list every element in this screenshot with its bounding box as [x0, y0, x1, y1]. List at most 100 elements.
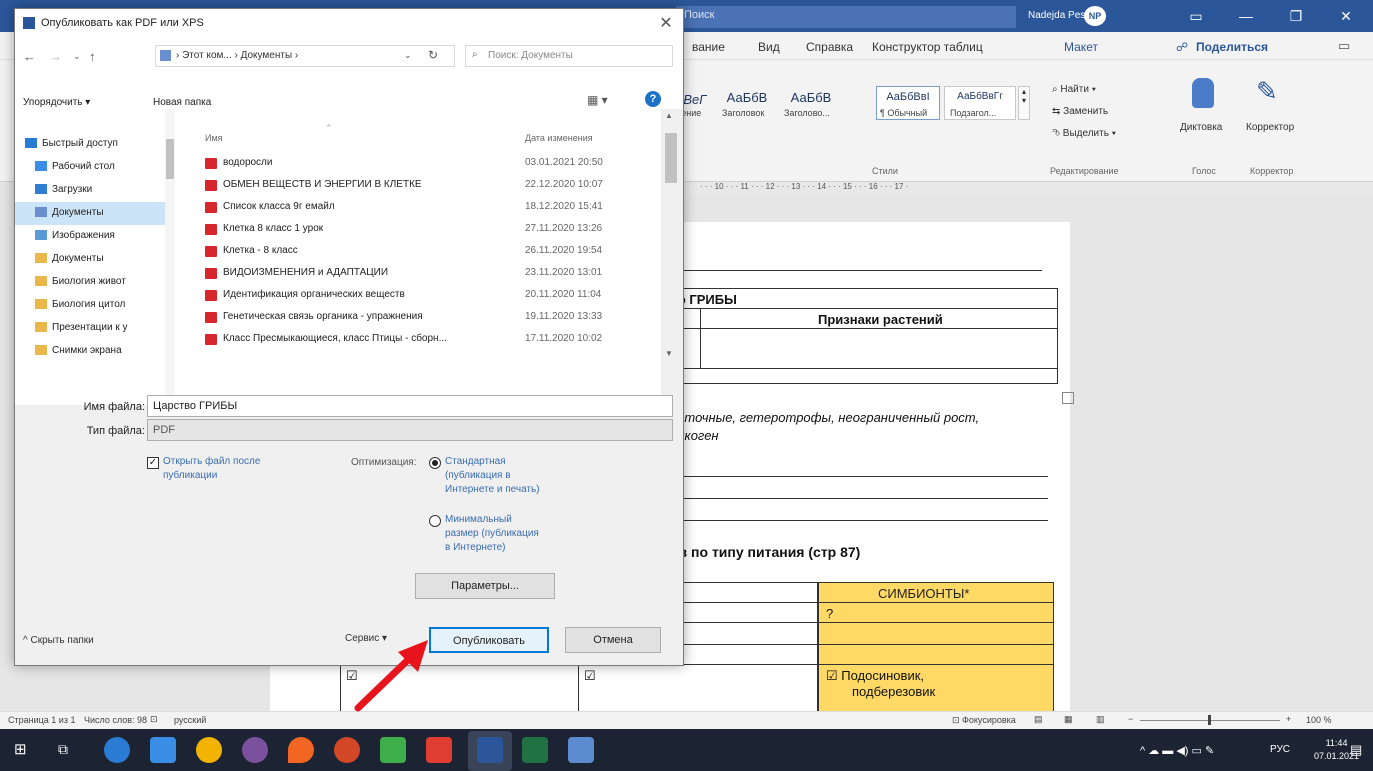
app-icon[interactable]: [380, 737, 406, 763]
status-language[interactable]: русский: [174, 715, 206, 725]
powerpoint-icon[interactable]: [334, 737, 360, 763]
scroll-down-icon[interactable]: ▼: [665, 349, 673, 358]
forward-icon[interactable]: →: [49, 49, 62, 64]
open-after-label[interactable]: Открыть файл после публикации: [163, 455, 263, 483]
proofing-icon[interactable]: ⊡: [150, 714, 158, 725]
file-row[interactable]: ВИДОИЗМЕНЕНИЯ и АДАПТАЦИИ 23.11.2020 13:0…: [175, 263, 661, 285]
breadcrumb[interactable]: › Этот ком... › Документы ›: [176, 50, 298, 61]
back-icon[interactable]: ←: [23, 49, 36, 64]
column-name-header[interactable]: Имя: [205, 133, 223, 143]
file-row[interactable]: Генетическая связь органика - упражнения…: [175, 307, 661, 329]
windows-start-icon[interactable]: ⊞: [14, 742, 30, 758]
tab-layout[interactable]: Макет: [1064, 40, 1098, 54]
chrome-icon[interactable]: [196, 737, 222, 763]
nav-item[interactable]: Биология живот: [15, 271, 173, 294]
status-page[interactable]: Страница 1 из 1: [8, 715, 75, 725]
tab-help[interactable]: Справка: [806, 40, 853, 54]
office-icon[interactable]: [426, 737, 452, 763]
language-indicator[interactable]: РУС: [1270, 744, 1290, 755]
calculator-icon[interactable]: [568, 737, 594, 763]
ribbon-display-icon[interactable]: ▭: [1176, 4, 1216, 28]
minimize-icon[interactable]: —: [1226, 4, 1266, 28]
file-row[interactable]: водоросли 03.01.2021 20:50: [175, 153, 661, 175]
chevron-down-icon[interactable]: ⌄: [404, 50, 412, 61]
viber-icon[interactable]: [242, 737, 268, 763]
editor-button[interactable]: Корректор: [1246, 122, 1294, 133]
nav-item[interactable]: Снимки экрана: [15, 340, 173, 363]
notifications-icon[interactable]: ▤: [1350, 742, 1362, 758]
nav-item[interactable]: Быстрый доступ: [15, 133, 173, 156]
avatar[interactable]: NP: [1084, 6, 1106, 26]
nav-item[interactable]: Изображения: [15, 225, 173, 248]
zoom-in-icon[interactable]: +: [1286, 714, 1291, 724]
opt-standard-label[interactable]: Стандартная (публикация в Интернете и пе…: [445, 455, 545, 497]
file-row[interactable]: Класс Пресмыкающиеся, класс Птицы - сбор…: [175, 329, 661, 351]
view-options-icon[interactable]: ▦ ▾: [587, 93, 608, 107]
scroll-up-icon[interactable]: ▲: [665, 111, 673, 120]
share-button[interactable]: Поделиться: [1196, 40, 1268, 54]
file-row[interactable]: Идентификация органических веществ 20.11.…: [175, 285, 661, 307]
hide-folders-button[interactable]: ^ Скрыть папки: [23, 635, 94, 646]
chevron-down-icon[interactable]: ⌄: [73, 51, 81, 62]
file-row[interactable]: Клетка - 8 класс 26.11.2020 19:54: [175, 241, 661, 263]
opt-minimal-label[interactable]: Минимальный размер (публикация в Интерне…: [445, 513, 545, 555]
vertical-scrollbar[interactable]: ▲ ▼: [661, 109, 681, 405]
styles-gallery-scroll[interactable]: ▴ ▾: [1018, 86, 1030, 120]
file-row[interactable]: ОБМЕН ВЕЩЕСТВ И ЭНЕРГИИ В КЛЕТКЕ 22.12.20…: [175, 175, 661, 197]
editor-pen-icon[interactable]: ✎: [1256, 76, 1278, 107]
scrollbar-thumb[interactable]: [665, 133, 677, 183]
focus-button[interactable]: ⊡ Фокусировка: [952, 715, 1016, 726]
zoom-out-icon[interactable]: −: [1128, 714, 1133, 724]
replace-button[interactable]: ⇆ Заменить: [1052, 106, 1108, 117]
refresh-icon[interactable]: ↻: [428, 48, 438, 62]
publish-button[interactable]: Опубликовать: [429, 627, 549, 653]
cancel-button[interactable]: Отмена: [565, 627, 661, 653]
column-date-header[interactable]: Дата изменения: [525, 133, 593, 143]
nav-item[interactable]: Презентации к у: [15, 317, 173, 340]
search-input[interactable]: ⌕ Поиск: Документы: [465, 45, 673, 67]
nav-item[interactable]: Рабочий стол: [15, 156, 173, 179]
paint3d-icon[interactable]: [288, 737, 314, 763]
symbionts-column[interactable]: [818, 582, 1054, 722]
read-mode-icon[interactable]: ▤: [1034, 714, 1043, 725]
nav-scrollbar[interactable]: [165, 109, 175, 405]
file-row[interactable]: Клетка 8 класс 1 урок 27.11.2020 13:26: [175, 219, 661, 241]
file-row[interactable]: Список класса 9г емайл 18.12.2020 15:41: [175, 197, 661, 219]
maximize-icon[interactable]: ❐: [1276, 4, 1316, 28]
system-tray-icons[interactable]: ^ ☁ ▬ ◀) ▭ ✎: [1140, 744, 1214, 757]
nav-item[interactable]: Документы: [15, 248, 173, 271]
address-bar[interactable]: › Этот ком... › Документы › ⌄ ↻: [155, 45, 455, 67]
dictate-button[interactable]: Диктовка: [1180, 122, 1222, 133]
status-words[interactable]: Число слов: 98: [84, 715, 147, 725]
zoom-slider-thumb[interactable]: [1208, 715, 1211, 725]
params-button[interactable]: Параметры...: [415, 573, 555, 599]
select-button[interactable]: ⮷ Выделить ▾: [1052, 128, 1116, 139]
file-list[interactable]: ⌃ Имя Дата изменения водоросли 03.01.2021…: [175, 109, 661, 395]
edge-icon[interactable]: [104, 737, 130, 763]
web-layout-icon[interactable]: ▥: [1096, 714, 1105, 725]
help-icon[interactable]: ?: [645, 91, 661, 107]
zoom-level[interactable]: 100 %: [1306, 715, 1332, 725]
close-icon[interactable]: ✕: [655, 13, 677, 35]
tab-review-partial[interactable]: вание: [692, 40, 725, 54]
filename-field[interactable]: Царство ГРИБЫ: [147, 395, 673, 417]
find-button[interactable]: ⌕ Найти ▾: [1052, 84, 1096, 95]
print-layout-icon[interactable]: ▦: [1064, 714, 1073, 725]
task-view-icon[interactable]: ⧉: [58, 741, 68, 758]
radio-minimal[interactable]: [429, 515, 441, 527]
open-after-checkbox[interactable]: ✓: [147, 457, 159, 469]
tab-table-design[interactable]: Конструктор таблиц: [872, 40, 983, 54]
nav-item[interactable]: Загрузки: [15, 179, 173, 202]
microphone-icon[interactable]: [1192, 78, 1214, 108]
new-folder-button[interactable]: Новая папка: [153, 97, 211, 108]
radio-standard[interactable]: [429, 457, 441, 469]
organize-button[interactable]: Упорядочить ▾: [23, 97, 90, 108]
filetype-select[interactable]: PDF: [147, 419, 673, 441]
tab-view[interactable]: Вид: [758, 40, 780, 54]
close-window-icon[interactable]: ✕: [1326, 4, 1366, 28]
nav-item[interactable]: Биология цитол: [15, 294, 173, 317]
nav-item[interactable]: Документы: [15, 202, 173, 225]
comments-icon[interactable]: ▭: [1338, 38, 1350, 54]
word-search-box[interactable]: Поиск: [676, 6, 1016, 28]
scrollbar-thumb[interactable]: [166, 139, 174, 179]
